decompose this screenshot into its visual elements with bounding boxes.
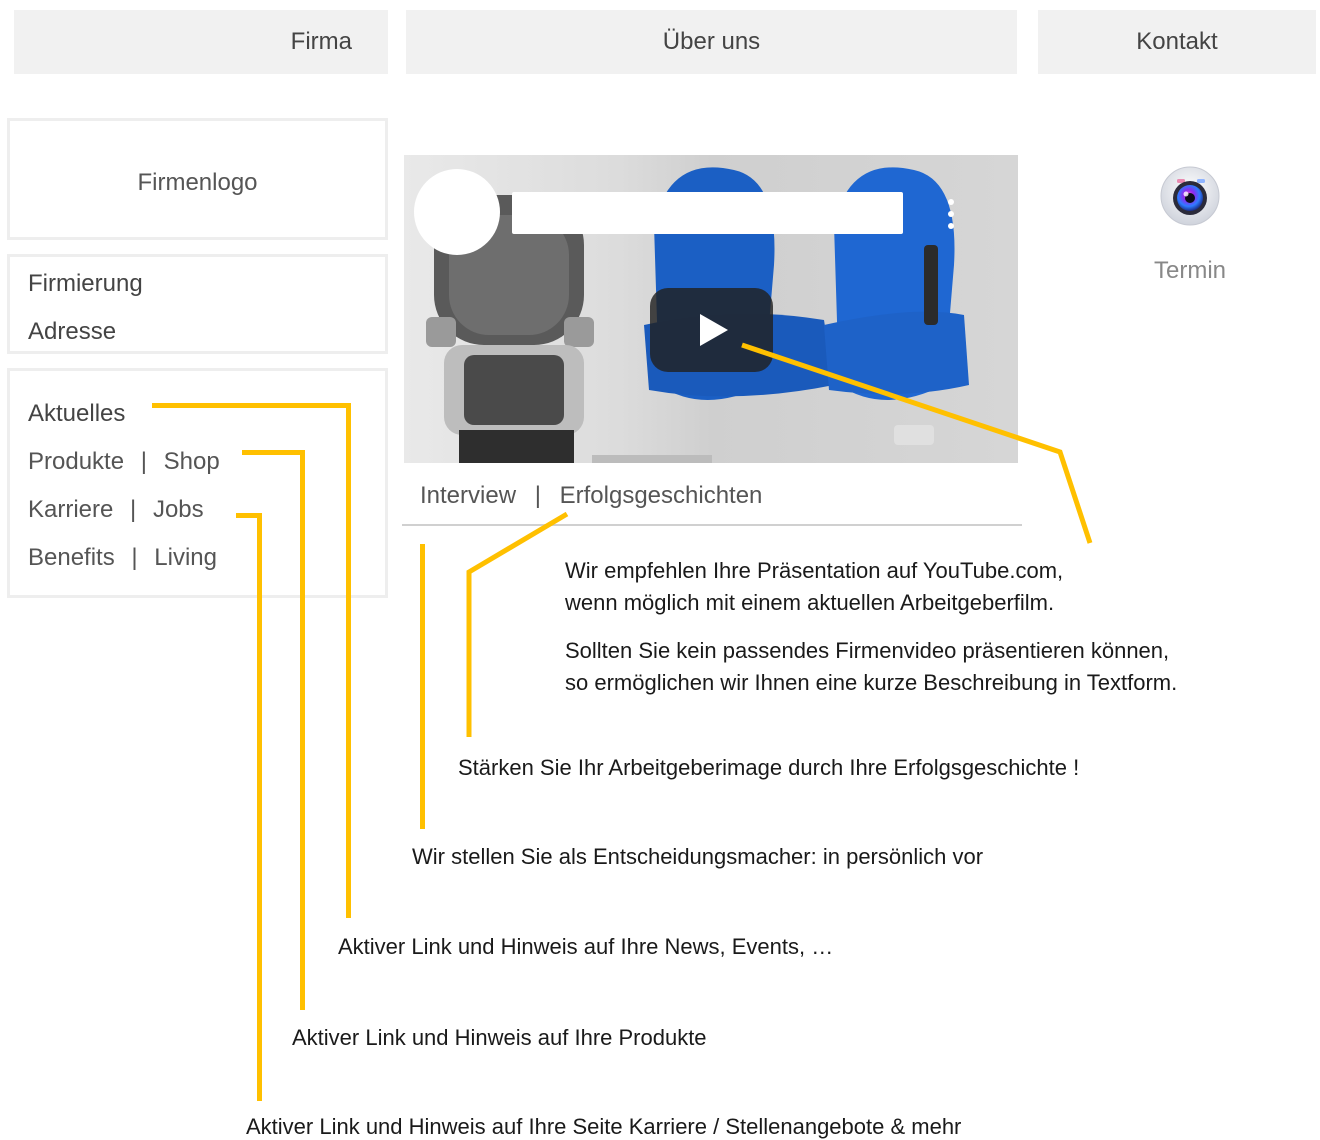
annotation-youtube-line1: Wir empfehlen Ihre Präsentation auf YouT… bbox=[565, 558, 1064, 583]
tab-firma[interactable]: Firma bbox=[14, 10, 388, 74]
video-tabs-divider bbox=[402, 524, 1022, 526]
annotation-aktuelles: Aktiver Link und Hinweis auf Ihre News, … bbox=[338, 934, 834, 959]
link-living[interactable]: Living bbox=[154, 544, 217, 571]
sidebar-item-aktuelles[interactable]: Aktuelles bbox=[28, 400, 125, 428]
link-karriere[interactable]: Karriere bbox=[28, 496, 113, 523]
separator: | bbox=[131, 544, 138, 571]
separator: | bbox=[140, 448, 147, 475]
connector-produkte-v bbox=[300, 450, 305, 1010]
annotation-text-line2: so ermöglichen wir Ihnen eine kurze Besc… bbox=[565, 670, 1178, 695]
connector-aktuelles-v bbox=[346, 403, 351, 918]
connector-aktuelles-h bbox=[152, 403, 350, 408]
connector-interview bbox=[420, 544, 425, 829]
company-logo-box: Firmenlogo bbox=[7, 118, 388, 240]
termin-button[interactable]: Termin bbox=[1140, 165, 1240, 285]
company-logo-label: Firmenlogo bbox=[137, 169, 258, 196]
tab-ueber-uns[interactable]: Über uns bbox=[406, 10, 1017, 74]
play-button[interactable] bbox=[650, 288, 773, 372]
link-jobs[interactable]: Jobs bbox=[153, 496, 204, 523]
link-benefits[interactable]: Benefits bbox=[28, 544, 115, 571]
company-name: Firmierung bbox=[28, 270, 143, 297]
video-title-bar[interactable] bbox=[512, 192, 903, 234]
channel-avatar[interactable] bbox=[414, 169, 500, 255]
connector-produkte-h bbox=[242, 450, 304, 455]
annotation-text-line1: Sollten Sie kein passendes Firmenvideo p… bbox=[565, 638, 1170, 663]
tab-kontakt[interactable]: Kontakt bbox=[1038, 10, 1316, 74]
link-aktuelles[interactable]: Aktuelles bbox=[28, 400, 125, 427]
sidebar-item-produkte-shop: Produkte | Shop bbox=[28, 448, 220, 476]
annotation-youtube-line2: wenn möglich mit einem aktuellen Arbeitg… bbox=[565, 590, 1055, 615]
annotation-interview: Wir stellen Sie als Entscheidungsmacher:… bbox=[412, 844, 984, 869]
separator: | bbox=[534, 482, 541, 509]
play-icon bbox=[700, 314, 728, 346]
tab-firma-label: Firma bbox=[290, 28, 352, 55]
tab-kontakt-label: Kontakt bbox=[1136, 28, 1218, 55]
separator: | bbox=[130, 496, 137, 523]
sidebar-item-benefits-living: Benefits | Living bbox=[28, 544, 217, 572]
link-shop[interactable]: Shop bbox=[164, 448, 220, 475]
termin-label: Termin bbox=[1153, 257, 1226, 284]
tab-erfolgsgeschichten[interactable]: Erfolgsgeschichten bbox=[560, 482, 763, 509]
connector-karriere-v bbox=[257, 513, 262, 1101]
video-tabs: Interview | Erfolgsgeschichten bbox=[420, 482, 762, 510]
annotation-produkte: Aktiver Link und Hinweis auf Ihre Produk… bbox=[292, 1025, 707, 1050]
sidebar-item-karriere-jobs: Karriere | Jobs bbox=[28, 496, 204, 524]
company-address: Adresse bbox=[28, 318, 117, 345]
camera-icon bbox=[1160, 166, 1220, 226]
annotation-erfolg: Stärken Sie Ihr Arbeitgeberimage durch I… bbox=[458, 755, 1080, 780]
youtube-video-player[interactable] bbox=[404, 155, 1018, 463]
tab-ueber-uns-label: Über uns bbox=[662, 28, 761, 55]
more-options-icon[interactable] bbox=[944, 197, 958, 231]
tab-interview[interactable]: Interview bbox=[420, 482, 516, 509]
annotation-karriere: Aktiver Link und Hinweis auf Ihre Seite … bbox=[246, 1114, 962, 1139]
link-produkte[interactable]: Produkte bbox=[28, 448, 124, 475]
